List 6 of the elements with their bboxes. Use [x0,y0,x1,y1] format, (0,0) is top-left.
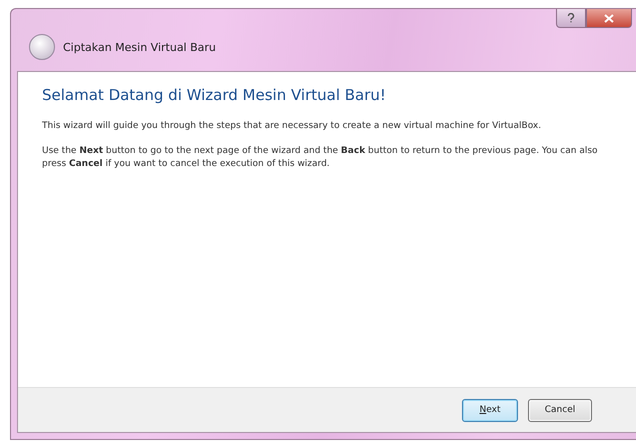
paragraph: Use the Next button to go to the next page of the wizard and the Back button to return to the previous page. You can also press Cancel if you want to cancel the execution of this wizard. [42,145,599,171]
paragraph: This wizard will guide you through the steps that are necessary to create a new virtual machine for VirtualBox. [42,120,542,133]
page-heading: Selamat Datang di Wizard Mesin Virtual Baru! [42,86,387,104]
cancel-button[interactable]: Cancel [528,398,592,422]
window-title: Ciptakan Mesin Virtual Baru [63,40,216,54]
next-button[interactable]: Next [462,398,518,422]
